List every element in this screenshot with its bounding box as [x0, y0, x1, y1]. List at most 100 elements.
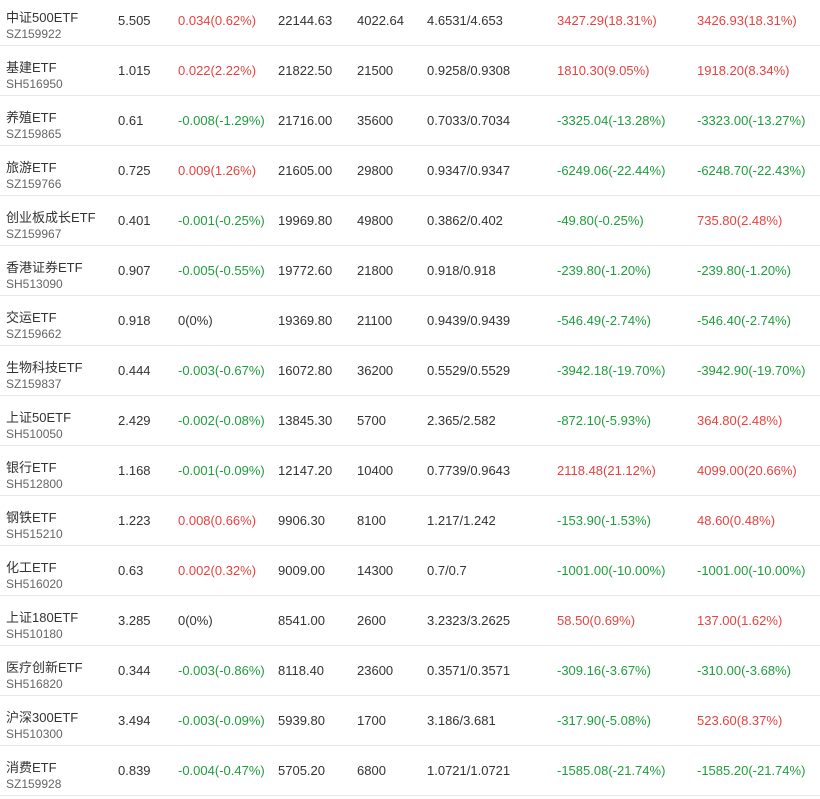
- fund-name-link[interactable]: 化工ETF: [6, 557, 57, 576]
- table-row: 消费ETF SZ159928 0.839 -0.004(-0.47%) 5705.20 6…: [0, 746, 820, 796]
- volume-cell: 36200: [357, 363, 394, 378]
- price-cell: 1.015: [118, 63, 151, 78]
- fund-name-link[interactable]: 银行ETF: [6, 457, 57, 476]
- change-cell: -0.005(-0.55%): [178, 263, 265, 278]
- price-pair-cell: 0.918/0.918: [427, 263, 496, 278]
- volume-cell: 8100: [357, 513, 386, 528]
- table-row: 基建ETF SH516950 1.015 0.022(2.22%) 21822.50 21…: [0, 46, 820, 96]
- price-cell: 0.839: [118, 763, 151, 778]
- volume-cell: 2600: [357, 613, 386, 628]
- change-cell: -0.008(-1.29%): [178, 113, 265, 128]
- price-pair-cell: 2.365/2.582: [427, 413, 496, 428]
- change-cell: 0.009(1.26%): [178, 163, 257, 178]
- table-row: 银行ETF SH512800 1.168 -0.001(-0.09%) 12147.20…: [0, 446, 820, 496]
- fund-name-link[interactable]: 基建ETF: [6, 57, 57, 76]
- fund-name-link[interactable]: 医疗创新ETF: [6, 657, 83, 676]
- amount-cell: 21605.00: [278, 163, 333, 178]
- fund-code: SZ159922: [6, 27, 62, 41]
- amount-cell: 9009.00: [278, 563, 325, 578]
- table-row: 旅游ETF SZ159766 0.725 0.009(1.26%) 21605.00 29…: [0, 146, 820, 196]
- price-cell: 2.429: [118, 413, 151, 428]
- price-cell: 0.61: [118, 113, 144, 128]
- fund-name-link[interactable]: 生物科技ETF: [6, 357, 83, 376]
- change-cell: -0.004(-0.47%): [178, 763, 265, 778]
- table-row: 香港证券ETF SH513090 0.907 -0.005(-0.55%) 19772.…: [0, 246, 820, 296]
- fund-code: SZ159766: [6, 177, 62, 191]
- fund-code: SH516820: [6, 677, 63, 691]
- price-cell: 0.444: [118, 363, 151, 378]
- profit-cell: -6249.06(-22.44%): [557, 163, 666, 178]
- price-pair-cell: 4.6531/4.653: [427, 13, 503, 28]
- fund-name-link[interactable]: 上证180ETF: [6, 607, 78, 626]
- amount-cell: 13845.30: [278, 413, 333, 428]
- profit-cell: -153.90(-1.53%): [557, 513, 651, 528]
- amount-cell: 22144.63: [278, 13, 333, 28]
- fund-code: SH516950: [6, 77, 63, 91]
- change-cell: 0(0%): [178, 613, 213, 628]
- profit-alt-cell: 523.60(8.37%): [697, 713, 783, 728]
- price-cell: 0.918: [118, 313, 151, 328]
- fund-code: SH510180: [6, 627, 63, 641]
- profit-cell: -317.90(-5.08%): [557, 713, 651, 728]
- change-cell: -0.003(-0.86%): [178, 663, 265, 678]
- fund-code: SH510300: [6, 727, 63, 741]
- fund-name-link[interactable]: 交运ETF: [6, 307, 57, 326]
- profit-cell: -309.16(-3.67%): [557, 663, 651, 678]
- fund-name-link[interactable]: 创业板成长ETF: [6, 207, 96, 226]
- change-cell: 0(0%): [178, 313, 213, 328]
- fund-name-link[interactable]: 上证50ETF: [6, 407, 71, 426]
- price-cell: 3.285: [118, 613, 151, 628]
- amount-cell: 19969.80: [278, 213, 333, 228]
- volume-cell: 10400: [357, 463, 394, 478]
- profit-alt-cell: 3426.93(18.31%): [697, 13, 797, 28]
- price-pair-cell: 3.2323/3.2625: [427, 613, 511, 628]
- profit-alt-cell: -1001.00(-10.00%): [697, 563, 806, 578]
- price-cell: 0.63: [118, 563, 144, 578]
- price-pair-cell: 0.5529/0.5529: [427, 363, 511, 378]
- volume-cell: 49800: [357, 213, 394, 228]
- price-pair-cell: 0.7/0.7: [427, 563, 467, 578]
- price-pair-cell: 0.7033/0.7034: [427, 113, 511, 128]
- profit-alt-cell: 4099.00(20.66%): [697, 463, 797, 478]
- price-pair-cell: 0.9347/0.9347: [427, 163, 511, 178]
- change-cell: -0.003(-0.09%): [178, 713, 265, 728]
- fund-name-link[interactable]: 消费ETF: [6, 757, 57, 776]
- amount-cell: 12147.20: [278, 463, 333, 478]
- profit-alt-cell: -3942.90(-19.70%): [697, 363, 806, 378]
- amount-cell: 5705.20: [278, 763, 325, 778]
- price-pair-cell: 3.186/3.681: [427, 713, 496, 728]
- fund-code: SZ159662: [6, 327, 62, 341]
- profit-alt-cell: -239.80(-1.20%): [697, 263, 791, 278]
- etf-holdings-table: 中证500ETF SZ159922 5.505 0.034(0.62%) 22144.6…: [0, 0, 820, 796]
- amount-cell: 19772.60: [278, 263, 333, 278]
- table-row: 化工ETF SH516020 0.63 0.002(0.32%) 9009.00 1430…: [0, 546, 820, 596]
- price-cell: 5.505: [118, 13, 151, 28]
- price-cell: 3.494: [118, 713, 151, 728]
- price-pair-cell: 1.0721/1.0721: [427, 763, 511, 778]
- profit-cell: -3325.04(-13.28%): [557, 113, 666, 128]
- fund-name-link[interactable]: 香港证券ETF: [6, 257, 83, 276]
- fund-name-link[interactable]: 沪深300ETF: [6, 707, 78, 726]
- fund-code: SH510050: [6, 427, 63, 441]
- change-cell: -0.002(-0.08%): [178, 413, 265, 428]
- change-cell: -0.001(-0.25%): [178, 213, 265, 228]
- fund-name-link[interactable]: 钢铁ETF: [6, 507, 57, 526]
- fund-code: SH513090: [6, 277, 63, 291]
- change-cell: 0.034(0.62%): [178, 13, 257, 28]
- volume-cell: 1700: [357, 713, 386, 728]
- price-cell: 0.401: [118, 213, 151, 228]
- price-cell: 0.907: [118, 263, 151, 278]
- profit-cell: 3427.29(18.31%): [557, 13, 657, 28]
- fund-code: SZ159928: [6, 777, 62, 791]
- amount-cell: 8541.00: [278, 613, 325, 628]
- amount-cell: 21822.50: [278, 63, 333, 78]
- fund-name-link[interactable]: 旅游ETF: [6, 157, 57, 176]
- amount-cell: 16072.80: [278, 363, 333, 378]
- table-row: 钢铁ETF SH515210 1.223 0.008(0.66%) 9906.30 810…: [0, 496, 820, 546]
- volume-cell: 14300: [357, 563, 394, 578]
- fund-name-link[interactable]: 养殖ETF: [6, 107, 57, 126]
- amount-cell: 21716.00: [278, 113, 333, 128]
- profit-alt-cell: 48.60(0.48%): [697, 513, 776, 528]
- price-cell: 0.344: [118, 663, 151, 678]
- fund-name-link[interactable]: 中证500ETF: [6, 7, 78, 26]
